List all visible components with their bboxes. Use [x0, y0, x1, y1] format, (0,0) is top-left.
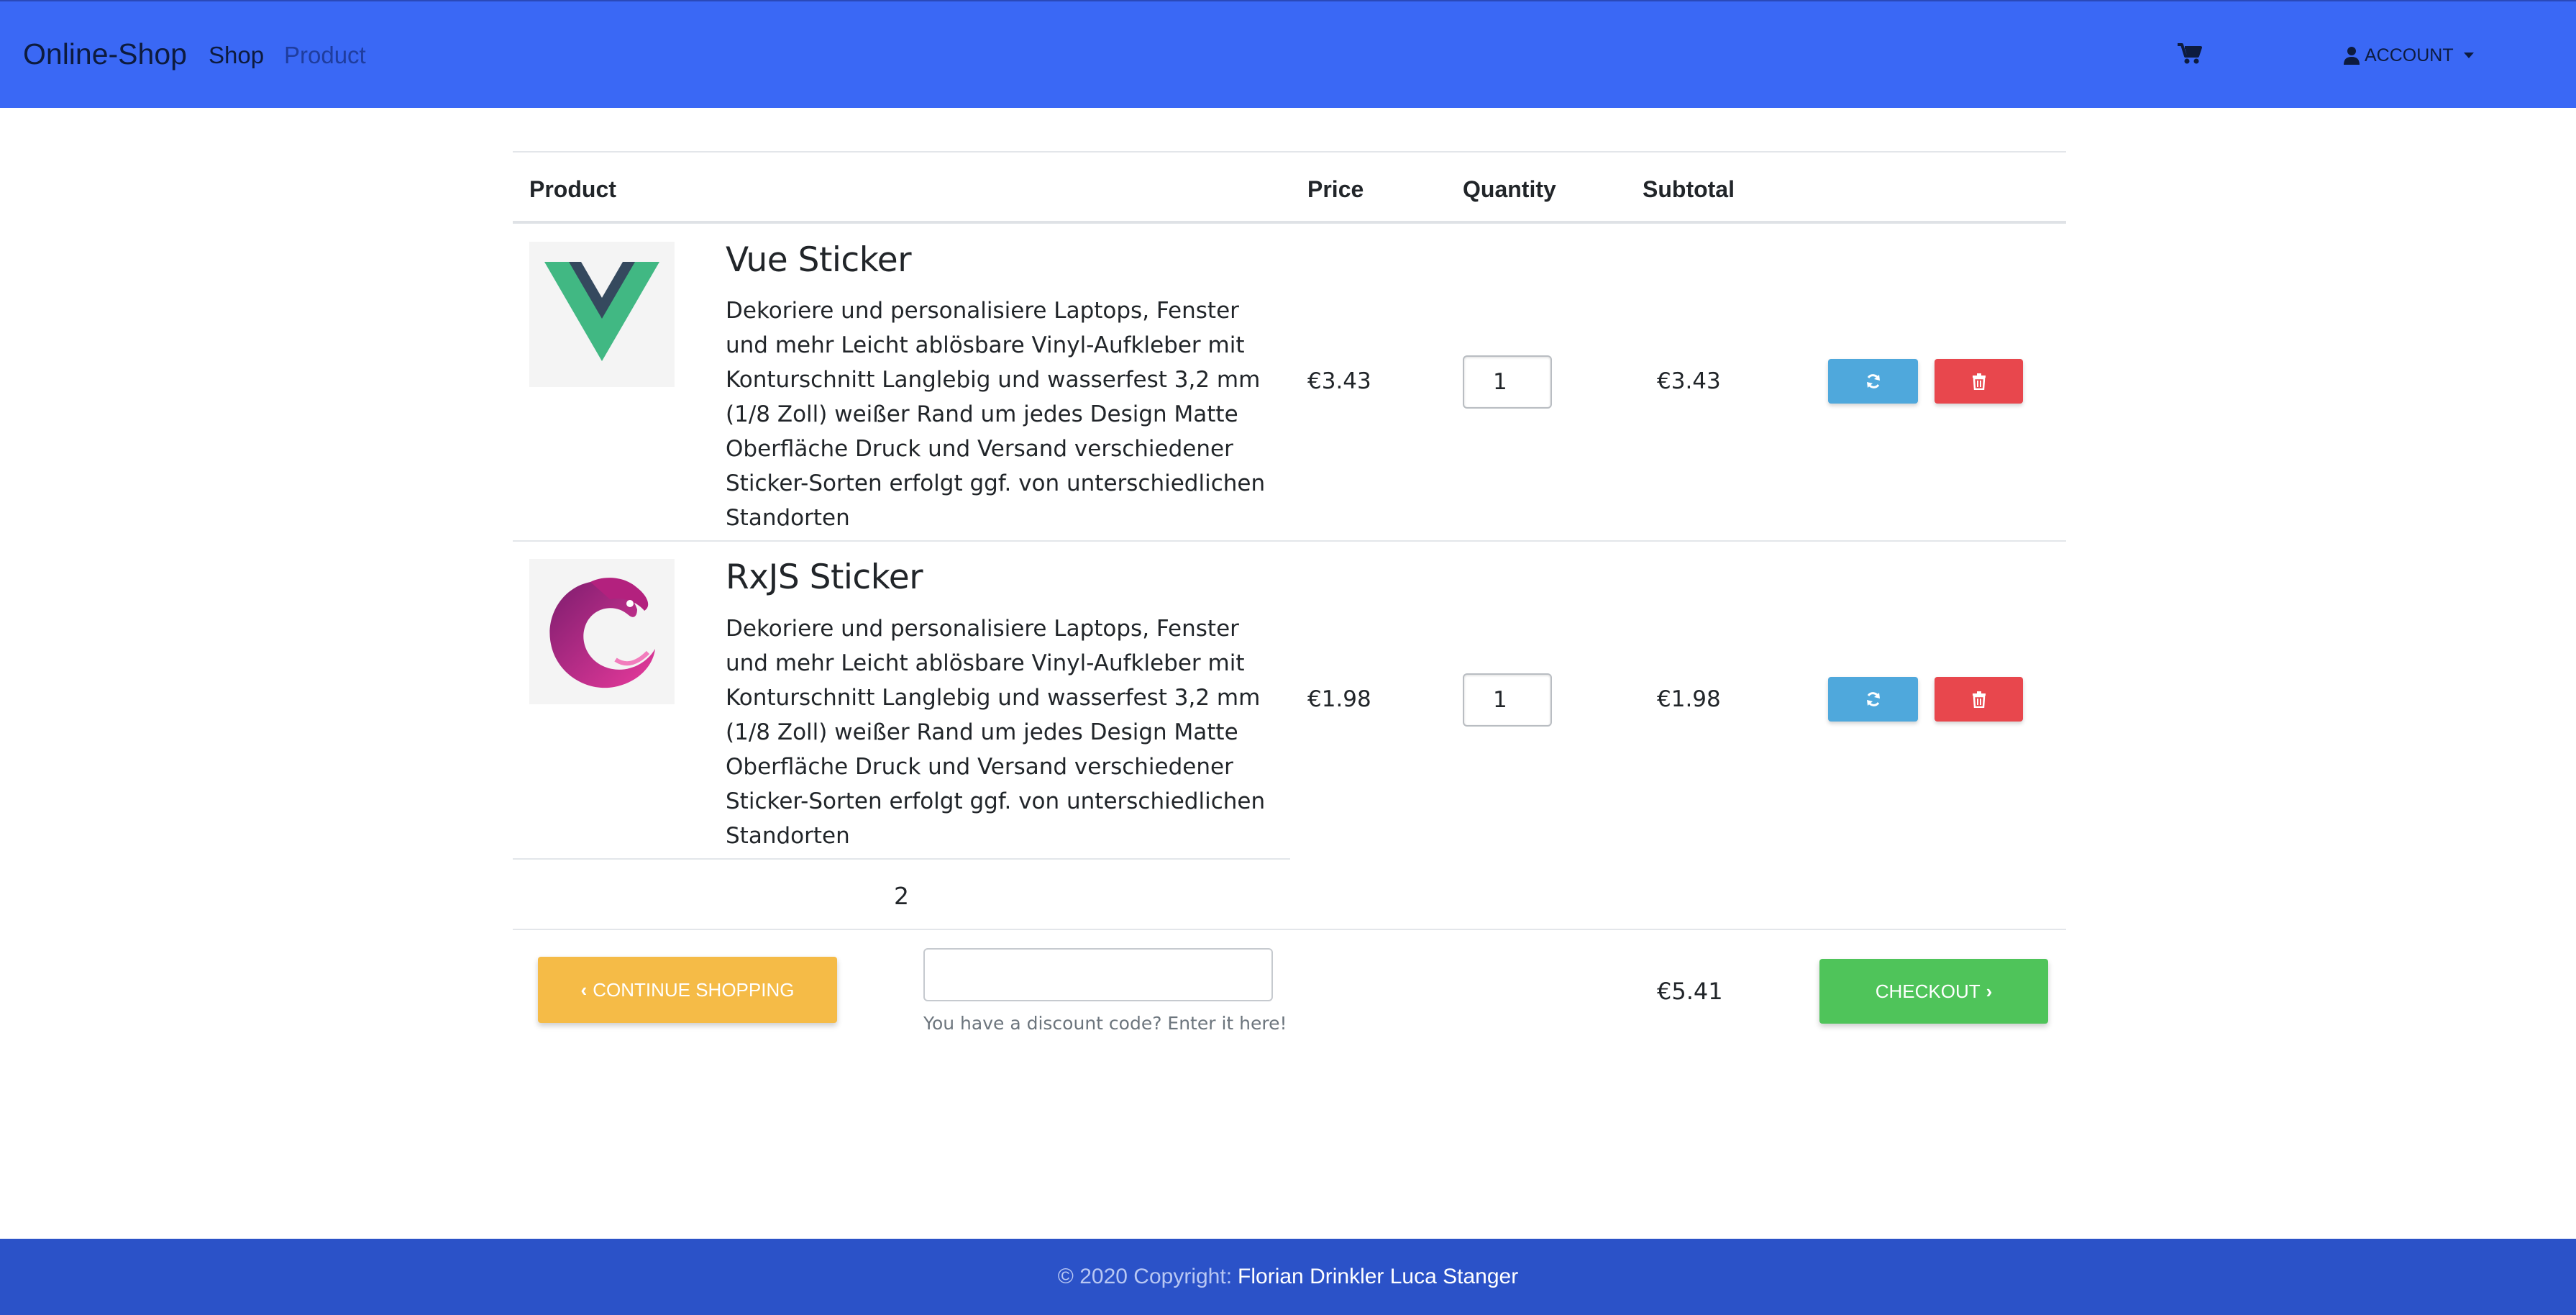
checkout-button[interactable]: CHECKOUT ›	[1819, 959, 2048, 1024]
discount-help-text: You have a discount code? Enter it here!	[923, 1013, 1287, 1034]
vue-logo-icon	[544, 262, 659, 361]
navbar: Online-Shop Shop Product ACCOUNT	[0, 0, 2576, 108]
header-price: Price	[1307, 176, 1364, 202]
brand-link[interactable]: Online-Shop	[23, 37, 187, 71]
item-count: 2	[894, 882, 909, 910]
chevron-left-icon: ‹	[580, 978, 588, 1001]
product-title: Vue Sticker	[726, 240, 912, 280]
product-subtotal: €1.98	[1657, 686, 1721, 712]
product-description: Dekoriere und personalisiere Laptops, Fe…	[726, 616, 1266, 849]
footer: © 2020 Copyright: Florian Drinkler Luca …	[0, 1239, 2576, 1315]
account-label: ACCOUNT	[2365, 45, 2454, 65]
header-quantity: Quantity	[1463, 176, 1556, 202]
table-top-divider	[513, 151, 2066, 153]
quantity-input[interactable]	[1463, 355, 1552, 409]
product-image	[529, 559, 675, 704]
user-icon	[2343, 46, 2360, 65]
footer-copyright: © 2020 Copyright:	[1057, 1265, 1233, 1288]
trash-icon	[1972, 373, 1986, 390]
header-subtotal: Subtotal	[1643, 176, 1735, 202]
cart-icon[interactable]	[2178, 43, 2202, 65]
chevron-down-icon	[2463, 53, 2474, 58]
cart-total: €5.41	[1657, 978, 1723, 1005]
product-image	[529, 242, 675, 387]
update-button[interactable]	[1828, 677, 1918, 722]
product-price: €1.98	[1307, 686, 1371, 712]
refresh-icon	[1866, 374, 1880, 388]
continue-shopping-label: CONTINUE SHOPPING	[593, 978, 795, 1001]
checkout-label: CHECKOUT	[1875, 980, 1981, 1002]
rxjs-logo-icon	[549, 578, 655, 688]
row-divider	[513, 858, 1290, 860]
product-subtotal: €3.43	[1657, 368, 1721, 394]
header-product: Product	[529, 176, 616, 202]
delete-button[interactable]	[1935, 359, 2023, 404]
chevron-right-icon: ›	[1986, 980, 1993, 1002]
update-button[interactable]	[1828, 359, 1918, 404]
account-dropdown[interactable]: ACCOUNT	[2343, 43, 2474, 68]
product-title: RxJS Sticker	[726, 558, 923, 597]
summary-divider	[513, 929, 2066, 930]
product-price: €3.43	[1307, 368, 1371, 394]
refresh-icon	[1866, 692, 1880, 706]
continue-shopping-button[interactable]: ‹ CONTINUE SHOPPING	[538, 957, 837, 1023]
quantity-input[interactable]	[1463, 673, 1552, 727]
nav-link-product[interactable]: Product	[284, 42, 366, 69]
footer-authors-link[interactable]: Florian Drinkler Luca Stanger	[1238, 1265, 1518, 1289]
nav-link-shop[interactable]: Shop	[209, 42, 264, 69]
discount-code-input[interactable]	[923, 948, 1273, 1001]
delete-button[interactable]	[1935, 677, 2023, 722]
table-header-divider	[513, 221, 2066, 224]
row-divider	[513, 540, 2066, 542]
trash-icon	[1972, 691, 1986, 708]
product-description: Dekoriere und personalisiere Laptops, Fe…	[726, 298, 1266, 531]
